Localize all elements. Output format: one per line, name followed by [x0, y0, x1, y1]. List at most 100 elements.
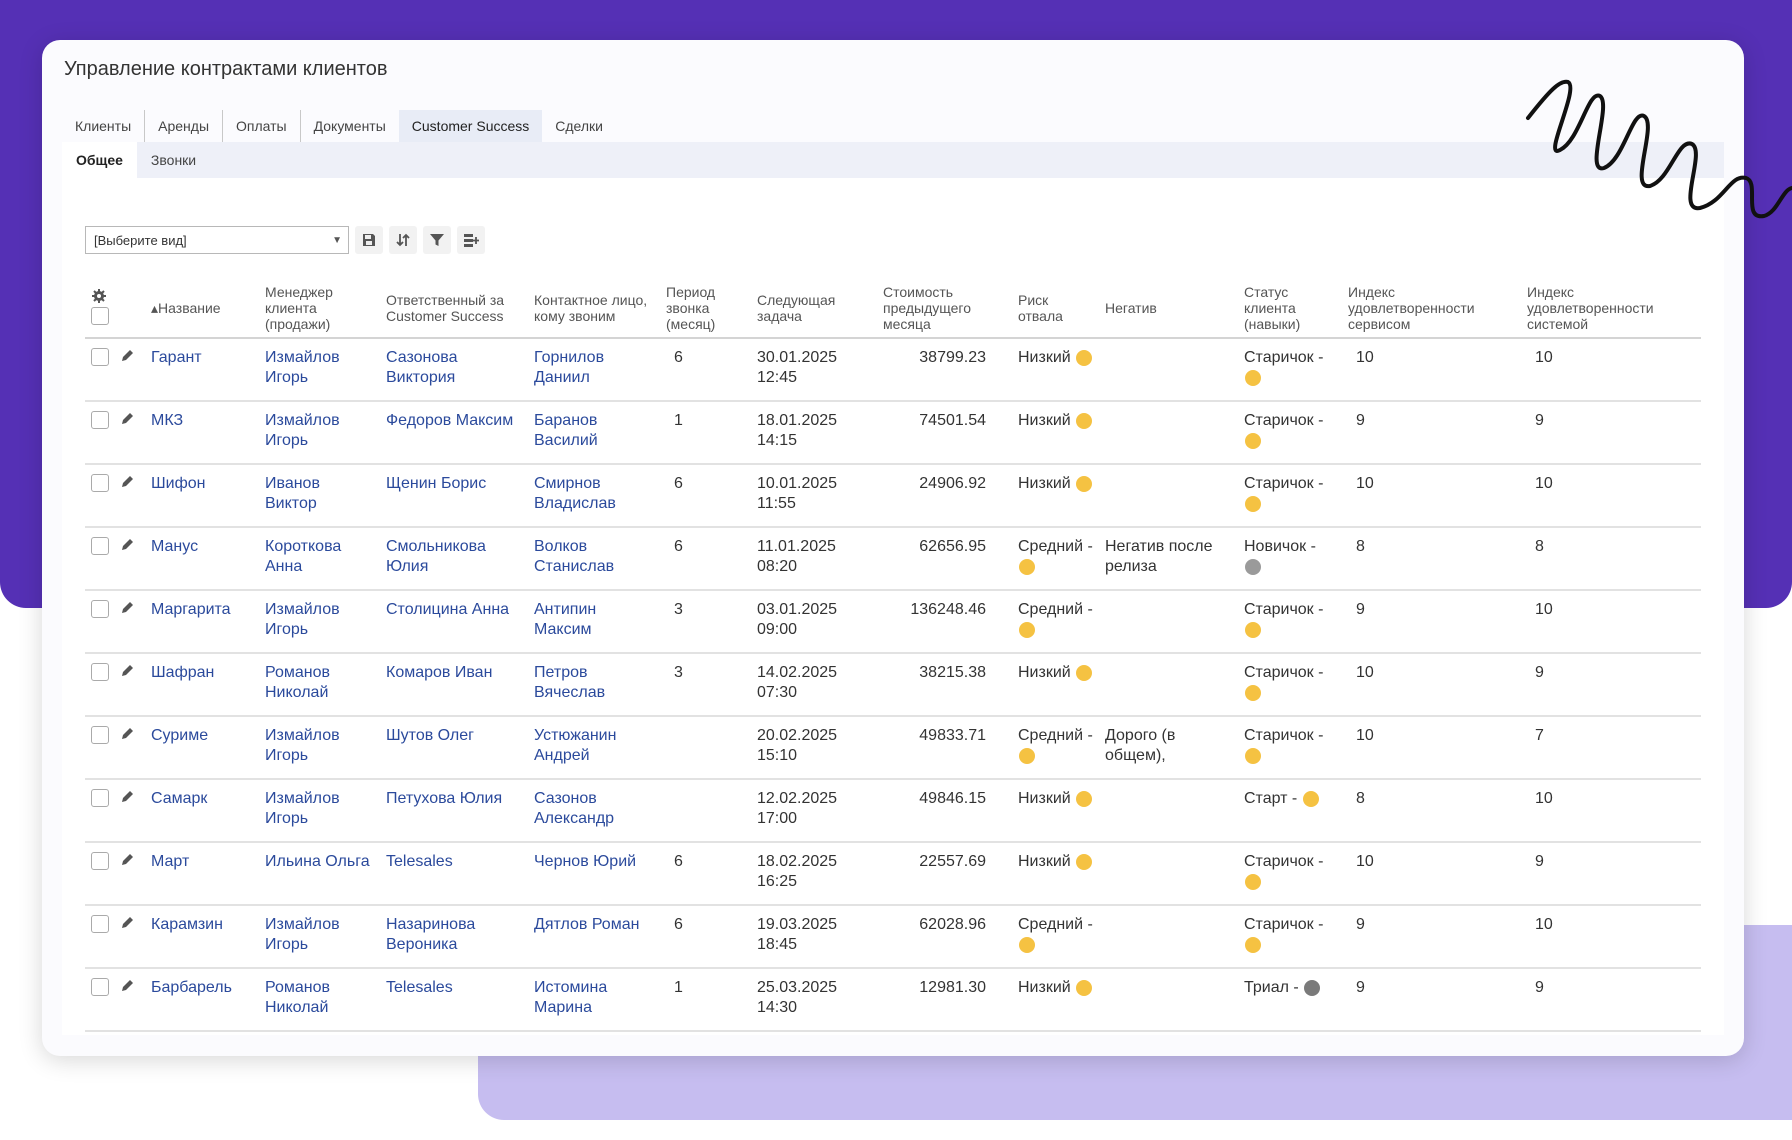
- cell-name[interactable]: Манус: [145, 527, 259, 591]
- subtab-calls[interactable]: Звонки: [137, 142, 210, 178]
- table-row[interactable]: Гарант Измайлов Игорь Сазонова Виктория Гор…: [85, 338, 1701, 402]
- cell-name[interactable]: Барбарель: [145, 968, 259, 1032]
- header-cs[interactable]: Ответственный за Customer Success: [380, 279, 528, 339]
- pencil-icon[interactable]: [121, 348, 135, 362]
- cell-manager[interactable]: Измайлов Игорь: [259, 401, 380, 465]
- cell-name[interactable]: МКЗ: [145, 401, 259, 465]
- cell-name[interactable]: Маргарита: [145, 590, 259, 654]
- header-system-index[interactable]: Индекс удовлетворенности системой: [1521, 279, 1701, 339]
- row-checkbox[interactable]: [91, 663, 109, 681]
- cell-contact[interactable]: Баранов Василий: [528, 401, 660, 465]
- header-service-index[interactable]: Индекс удовлетворенности сервисом: [1342, 279, 1521, 339]
- cell-contact[interactable]: Сазонов Александр: [528, 779, 660, 843]
- cell-cs[interactable]: Telesales: [380, 842, 528, 906]
- sort-button[interactable]: [389, 226, 417, 254]
- cell-name[interactable]: Шафран: [145, 653, 259, 717]
- tab-customer-success[interactable]: Customer Success: [398, 110, 543, 142]
- cell-name[interactable]: Март: [145, 842, 259, 906]
- cell-name[interactable]: Гарант: [145, 338, 259, 402]
- tab-payments[interactable]: Оплаты: [223, 110, 301, 142]
- view-select[interactable]: [Выберите вид] ▼: [85, 226, 349, 254]
- cell-manager[interactable]: Романов Николай: [259, 653, 380, 717]
- table-row[interactable]: Маргарита Измайлов Игорь Столицина Анна Ант…: [85, 590, 1701, 654]
- header-risk[interactable]: Риск отвала: [1012, 279, 1099, 339]
- header-contact[interactable]: Контактное лицо, кому звоним: [528, 279, 660, 339]
- cell-contact[interactable]: Чернов Юрий: [528, 842, 660, 906]
- cell-cs[interactable]: Сазонова Виктория: [380, 338, 528, 402]
- row-checkbox[interactable]: [91, 600, 109, 618]
- cell-manager[interactable]: Измайлов Игорь: [259, 716, 380, 780]
- cell-name[interactable]: Суриме: [145, 716, 259, 780]
- cell-manager[interactable]: Короткова Анна: [259, 527, 380, 591]
- pencil-icon[interactable]: [121, 663, 135, 677]
- table-row[interactable]: Шифон Иванов Виктор Щенин Борис Смирнов Вла…: [85, 464, 1701, 528]
- save-view-button[interactable]: [355, 226, 383, 254]
- columns-button[interactable]: [457, 226, 485, 254]
- cell-manager[interactable]: Измайлов Игорь: [259, 590, 380, 654]
- table-row[interactable]: Карамзин Измайлов Игорь Назаринова Вероник…: [85, 905, 1701, 969]
- filter-button[interactable]: [423, 226, 451, 254]
- header-status[interactable]: Статус клиента (навыки): [1238, 279, 1342, 339]
- row-checkbox[interactable]: [91, 348, 109, 366]
- row-checkbox[interactable]: [91, 915, 109, 933]
- row-checkbox[interactable]: [91, 789, 109, 807]
- cell-cs[interactable]: Щенин Борис: [380, 464, 528, 528]
- cell-manager[interactable]: Измайлов Игорь: [259, 779, 380, 843]
- cell-manager[interactable]: Ильина Ольга: [259, 842, 380, 906]
- cell-cs[interactable]: Telesales: [380, 968, 528, 1032]
- table-row[interactable]: Самарк Измайлов Игорь Петухова Юлия Сазонов…: [85, 779, 1701, 843]
- cell-manager[interactable]: Измайлов Игорь: [259, 905, 380, 969]
- table-row[interactable]: Барбарель Романов Николай Telesales Истомин…: [85, 968, 1701, 1032]
- cell-contact[interactable]: Смирнов Владислав: [528, 464, 660, 528]
- tab-documents[interactable]: Документы: [301, 110, 399, 142]
- table-row[interactable]: Шафран Романов Николай Комаров Иван Петров …: [85, 653, 1701, 717]
- table-row[interactable]: Манус Короткова Анна Смольникова Юлия Волко…: [85, 527, 1701, 591]
- cell-manager[interactable]: Романов Николай: [259, 968, 380, 1032]
- cell-cs[interactable]: Шутов Олег: [380, 716, 528, 780]
- row-checkbox[interactable]: [91, 726, 109, 744]
- row-checkbox[interactable]: [91, 537, 109, 555]
- tab-rentals[interactable]: Аренды: [145, 110, 224, 142]
- cell-name[interactable]: Карамзин: [145, 905, 259, 969]
- cell-cs[interactable]: Федоров Максим: [380, 401, 528, 465]
- header-manager[interactable]: Менеджер клиента (продажи): [259, 279, 380, 339]
- cell-contact[interactable]: Антипин Максим: [528, 590, 660, 654]
- cell-manager[interactable]: Иванов Виктор: [259, 464, 380, 528]
- table-row[interactable]: Март Ильина Ольга Telesales Чернов Юрий 6 18.…: [85, 842, 1701, 906]
- tab-clients[interactable]: Клиенты: [62, 110, 146, 142]
- table-row[interactable]: Суриме Измайлов Игорь Шутов Олег Устюжанин …: [85, 716, 1701, 780]
- cell-cs[interactable]: Смольникова Юлия: [380, 527, 528, 591]
- row-checkbox[interactable]: [91, 411, 109, 429]
- select-all-checkbox[interactable]: [91, 307, 109, 325]
- row-checkbox[interactable]: [91, 978, 109, 996]
- pencil-icon[interactable]: [121, 978, 135, 992]
- pencil-icon[interactable]: [121, 537, 135, 551]
- row-checkbox[interactable]: [91, 852, 109, 870]
- cell-manager[interactable]: Измайлов Игорь: [259, 338, 380, 402]
- header-name[interactable]: ▴Название: [145, 279, 259, 339]
- pencil-icon[interactable]: [121, 474, 135, 488]
- pencil-icon[interactable]: [121, 726, 135, 740]
- cell-contact[interactable]: Петров Вячеслав: [528, 653, 660, 717]
- cell-contact[interactable]: Истомина Марина: [528, 968, 660, 1032]
- pencil-icon[interactable]: [121, 852, 135, 866]
- header-cost[interactable]: Стоимость предыдущего месяца: [877, 279, 1012, 339]
- table-row[interactable]: МКЗ Измайлов Игорь Федоров Максим Баранов В…: [85, 401, 1701, 465]
- cell-name[interactable]: Шифон: [145, 464, 259, 528]
- cell-contact[interactable]: Волков Станислав: [528, 527, 660, 591]
- cell-contact[interactable]: Горнилов Даниил: [528, 338, 660, 402]
- cell-cs[interactable]: Петухова Юлия: [380, 779, 528, 843]
- cell-cs[interactable]: Комаров Иван: [380, 653, 528, 717]
- cell-name[interactable]: Самарк: [145, 779, 259, 843]
- cell-contact[interactable]: Устюжанин Андрей: [528, 716, 660, 780]
- header-task[interactable]: Следующая задача: [751, 279, 877, 339]
- cell-cs[interactable]: Столицина Анна: [380, 590, 528, 654]
- gear-icon[interactable]: [91, 288, 107, 304]
- tab-deals[interactable]: Сделки: [542, 110, 616, 142]
- header-negative[interactable]: Негатив: [1099, 279, 1238, 339]
- row-checkbox[interactable]: [91, 474, 109, 492]
- cell-cs[interactable]: Назаринова Вероника: [380, 905, 528, 969]
- header-period[interactable]: Период звонка (месяц): [660, 279, 751, 339]
- subtab-general[interactable]: Общее: [62, 142, 137, 178]
- cell-contact[interactable]: Дятлов Роман: [528, 905, 660, 969]
